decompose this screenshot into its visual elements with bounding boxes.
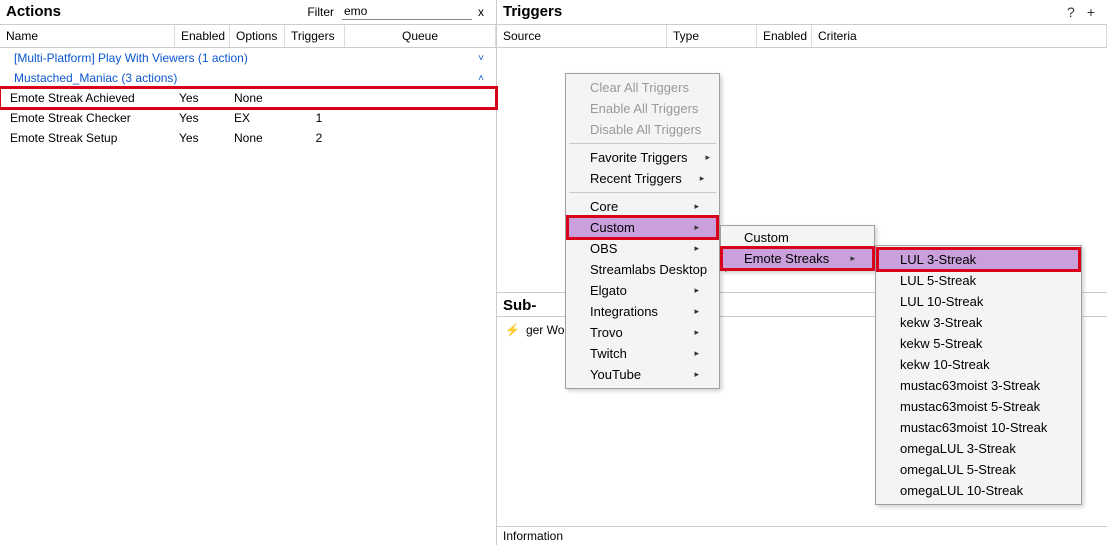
context-menu-emote-streaks: LUL 3-Streak LUL 5-Streak LUL 10-Streak … [875,245,1082,505]
actions-pane: Actions Filter x Name Enabled Options Tr… [0,0,497,545]
action-row[interactable]: Emote Streak Achieved Yes None [0,88,496,108]
context-menu-main: Clear All Triggers Enable All Triggers D… [565,73,720,389]
menu-custom[interactable]: Custom▸ [568,217,717,238]
help-icon[interactable]: ? [1061,4,1081,20]
filter-input[interactable] [342,3,472,20]
action-triggers: 2 [289,131,349,145]
col-source[interactable]: Source [497,25,667,47]
add-trigger-icon[interactable]: + [1081,4,1101,20]
filter-clear-icon[interactable]: x [472,5,490,19]
action-options: EX [234,111,289,125]
group-row[interactable]: [Multi-Platform] Play With Viewers (1 ac… [0,48,496,68]
menu-recent-triggers[interactable]: Recent Triggers▸ [568,168,717,189]
streak-item[interactable]: kekw 5-Streak [878,333,1079,354]
chevron-right-icon: ▸ [688,152,711,163]
streak-item[interactable]: mustac63moist 3-Streak [878,375,1079,396]
action-name: Emote Streak Setup [10,131,179,145]
streak-item[interactable]: kekw 10-Streak [878,354,1079,375]
chevron-right-icon: ▸ [832,253,855,264]
action-row[interactable]: Emote Streak Setup Yes None 2 [0,128,496,148]
action-name: Emote Streak Achieved [10,91,179,105]
submenu-emote-streaks[interactable]: Emote Streaks▸ [722,248,873,269]
streak-item[interactable]: omegaLUL 3-Streak [878,438,1079,459]
context-menu-custom: Custom Emote Streaks▸ [720,225,875,271]
streak-item[interactable]: mustac63moist 10-Streak [878,417,1079,438]
menu-clear-all[interactable]: Clear All Triggers [568,77,717,98]
chevron-up-icon[interactable]: ˄ [478,73,490,84]
action-enabled: Yes [179,111,234,125]
action-triggers: 1 [289,111,349,125]
streak-item[interactable]: LUL 10-Streak [878,291,1079,312]
menu-enable-all[interactable]: Enable All Triggers [568,98,717,119]
triggers-column-headers: Source Type Enabled Criteria [497,24,1107,48]
chevron-right-icon: ▸ [676,201,699,212]
information-title: Information [497,526,1107,545]
menu-integrations[interactable]: Integrations▸ [568,301,717,322]
chevron-right-icon: ▸ [676,369,699,380]
bolt-icon: ⚡ [505,323,520,337]
actions-list: [Multi-Platform] Play With Viewers (1 ac… [0,48,496,148]
submenu-custom[interactable]: Custom [722,227,873,248]
actions-title: Actions [6,3,61,20]
action-enabled: Yes [179,131,234,145]
col-enabled[interactable]: Enabled [175,25,230,47]
streak-item[interactable]: mustac63moist 5-Streak [878,396,1079,417]
action-row[interactable]: Emote Streak Checker Yes EX 1 [0,108,496,128]
menu-twitch[interactable]: Twitch▸ [568,343,717,364]
menu-separator [569,192,716,193]
action-name: Emote Streak Checker [10,111,179,125]
menu-youtube[interactable]: YouTube▸ [568,364,717,385]
menu-disable-all[interactable]: Disable All Triggers [568,119,717,140]
menu-obs[interactable]: OBS▸ [568,238,717,259]
actions-column-headers: Name Enabled Options Triggers Queue [0,24,496,48]
triggers-title: Triggers [503,3,562,20]
action-options: None [234,131,289,145]
group-row[interactable]: Mustached_Maniac (3 actions) ˄ [0,68,496,88]
chevron-down-icon[interactable]: ˅ [478,53,490,64]
menu-trovo[interactable]: Trovo▸ [568,322,717,343]
action-triggers [289,91,349,105]
group-label: [Multi-Platform] Play With Viewers (1 ac… [14,51,248,65]
menu-elgato[interactable]: Elgato▸ [568,280,717,301]
streak-item[interactable]: omegaLUL 10-Streak [878,480,1079,501]
filter-label: Filter [307,5,334,19]
col-enabled[interactable]: Enabled [757,25,812,47]
actions-header: Actions Filter x [0,0,496,24]
triggers-header: Triggers ? + [497,0,1107,24]
menu-core[interactable]: Core▸ [568,196,717,217]
col-criteria[interactable]: Criteria [812,25,1107,47]
menu-streamlabs[interactable]: Streamlabs Desktop▸ [568,259,717,280]
chevron-right-icon: ▸ [676,285,699,296]
col-type[interactable]: Type [667,25,757,47]
streak-item[interactable]: LUL 5-Streak [878,270,1079,291]
menu-favorite-triggers[interactable]: Favorite Triggers▸ [568,147,717,168]
col-name[interactable]: Name [0,25,175,47]
col-queue[interactable]: Queue [345,25,496,47]
streak-item[interactable]: kekw 3-Streak [878,312,1079,333]
chevron-right-icon: ▸ [676,327,699,338]
streak-item[interactable]: LUL 3-Streak [878,249,1079,270]
chevron-right-icon: ▸ [676,243,699,254]
col-triggers[interactable]: Triggers [285,25,345,47]
chevron-right-icon: ▸ [676,348,699,359]
action-options: None [234,91,289,105]
col-options[interactable]: Options [230,25,285,47]
menu-separator [569,143,716,144]
chevron-right-icon: ▸ [682,173,705,184]
chevron-right-icon: ▸ [676,306,699,317]
chevron-right-icon: ▸ [676,222,699,233]
group-label: Mustached_Maniac (3 actions) [14,71,177,85]
streak-item[interactable]: omegaLUL 5-Streak [878,459,1079,480]
action-enabled: Yes [179,91,234,105]
